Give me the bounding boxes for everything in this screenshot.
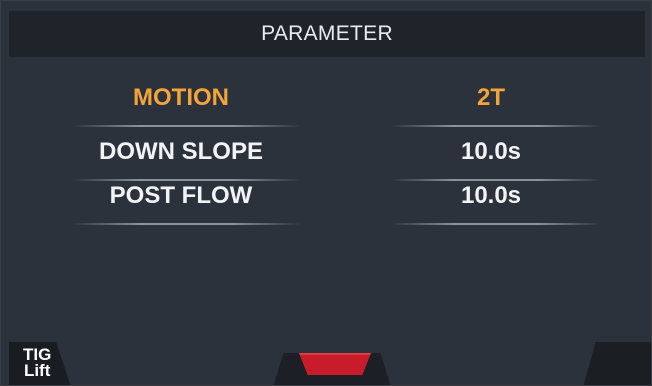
param-value[interactable]: 10.0s bbox=[381, 177, 601, 215]
label-divider bbox=[71, 125, 301, 127]
welder-display: PARAMETER MOTION 2T DOWN SLOPE 10.0s POS… bbox=[0, 0, 652, 386]
param-label: POST FLOW bbox=[109, 182, 253, 209]
param-label: DOWN SLOPE bbox=[98, 138, 263, 165]
right-tab[interactable] bbox=[583, 342, 651, 385]
param-value[interactable]: 10.0s bbox=[381, 133, 601, 171]
param-row-down-slope[interactable]: DOWN SLOPE 10.0s bbox=[61, 133, 601, 181]
param-label: MOTION bbox=[133, 84, 229, 111]
param-value[interactable]: 2T bbox=[381, 79, 601, 117]
active-indicator bbox=[299, 353, 371, 375]
param-row-motion[interactable]: MOTION 2T bbox=[61, 79, 601, 127]
label-divider bbox=[71, 223, 301, 225]
title-bar: PARAMETER bbox=[9, 11, 645, 57]
value-divider bbox=[391, 223, 601, 225]
page-title: PARAMETER bbox=[261, 22, 393, 45]
mode-label-line2: Lift bbox=[23, 361, 51, 380]
mode-label: TIG Lift bbox=[23, 346, 51, 380]
value-divider bbox=[391, 125, 601, 127]
param-row-post-flow[interactable]: POST FLOW 10.0s bbox=[61, 177, 601, 225]
